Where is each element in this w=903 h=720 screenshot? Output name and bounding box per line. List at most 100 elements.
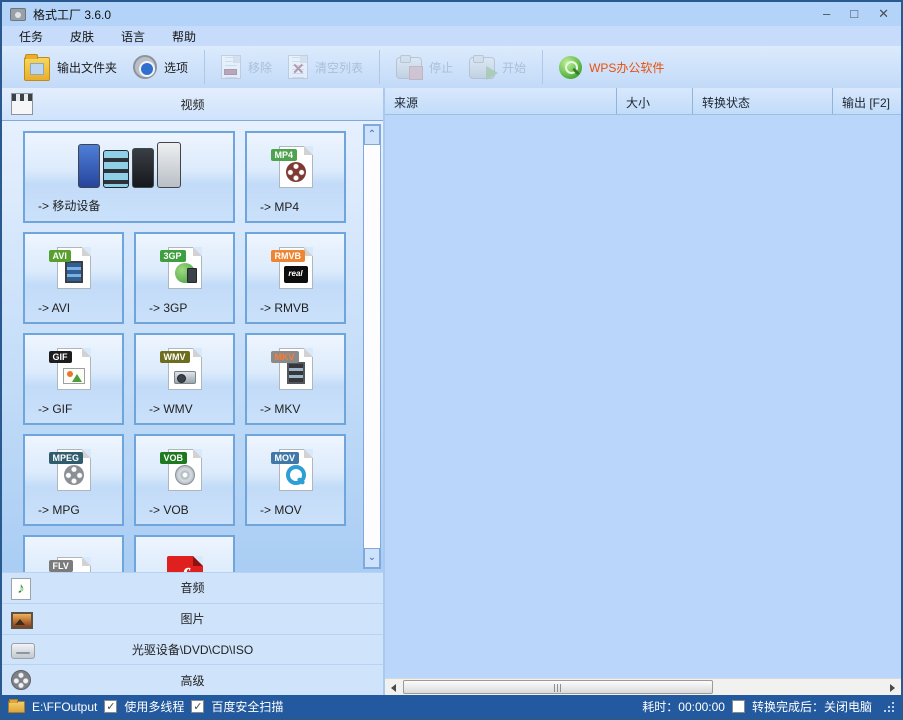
shutdown-after-checkbox[interactable] — [732, 700, 745, 713]
format-badge: AVI — [49, 250, 71, 262]
format-card-gif[interactable]: GIF -> GIF — [23, 333, 124, 425]
format-card-avi[interactable]: AVI-> AVI — [23, 232, 124, 324]
remove-label: 移除 — [248, 59, 272, 76]
stop-icon — [396, 57, 422, 79]
file-page-icon: WMV — [168, 348, 202, 390]
file-page-icon: MOV — [279, 449, 313, 491]
format-card-icon: f — [136, 537, 233, 572]
filmstrip-icon — [65, 261, 83, 283]
format-card-label: -> GIF — [25, 402, 122, 423]
column-header-2[interactable]: 转换状态 — [693, 88, 833, 114]
reelgray-icon — [64, 465, 84, 485]
vertical-scrollbar[interactable]: ⌃ ⌄ — [363, 124, 381, 569]
format-card-rmvb[interactable]: RMVBreal-> RMVB — [245, 232, 346, 324]
format-card-mkv[interactable]: MKV -> MKV — [245, 333, 346, 425]
minimize-button[interactable]: – — [823, 2, 830, 26]
category-video-label: 视频 — [2, 96, 383, 113]
format-card-icon: VOB — [136, 436, 233, 503]
format-card-mp4[interactable]: MP4 -> MP4 — [245, 131, 346, 223]
menu-item-语言[interactable]: 语言 — [121, 28, 145, 45]
clear-list-icon — [288, 55, 308, 79]
maximize-button[interactable]: □ — [850, 2, 858, 26]
real-icon: real — [284, 266, 308, 283]
category-audio[interactable]: 音频 — [2, 572, 383, 603]
remove-document-icon — [221, 55, 241, 79]
flash-file-icon: f — [167, 556, 203, 573]
scroll-right-icon[interactable] — [884, 679, 901, 695]
format-badge: FLV — [49, 560, 73, 572]
format-badge: MPEG — [49, 452, 84, 464]
qt-icon — [286, 465, 306, 485]
scroll-left-icon[interactable] — [385, 679, 402, 695]
format-card-swf[interactable]: f — [134, 535, 235, 572]
video-format-grid: -> 移动设备 MP4 -> MP4 AVI-> AVI3GP-> 3GP RMVB re… — [2, 120, 383, 572]
output-folder-button[interactable]: 输出文件夹 — [16, 48, 125, 86]
close-button[interactable]: ✕ — [878, 2, 889, 26]
options-button[interactable]: 选项 — [125, 48, 196, 86]
category-advanced[interactable]: 高级 — [2, 664, 383, 695]
gear-icon — [133, 55, 157, 79]
format-card-label: -> MP4 — [247, 200, 344, 221]
horizontal-scrollbar[interactable] — [385, 678, 901, 695]
start-icon — [469, 57, 495, 79]
format-card-icon: RMVB real — [247, 234, 344, 301]
format-badge: RMVB — [271, 250, 306, 262]
filmdark-icon — [287, 362, 305, 384]
format-card-vob[interactable]: VOB-> VOB — [134, 434, 235, 526]
format-card-icon — [25, 133, 233, 197]
format-card-mpg[interactable]: MPEG-> MPG — [23, 434, 124, 526]
app-window: 格式工厂 3.6.0 – □ ✕ 任务皮肤语言帮助 输出文件夹选项移除清空列表停… — [0, 0, 903, 720]
multithread-checkbox[interactable]: ✓ — [104, 700, 117, 713]
main-area: 视频 -> 移动设备MP4-> MP4AVI-> AVI3GP-> 3GPRMV… — [2, 88, 901, 695]
column-header-1[interactable]: 大小 — [617, 88, 693, 114]
format-card-icon: MP4 — [247, 133, 344, 200]
menu-item-皮肤[interactable]: 皮肤 — [70, 28, 94, 45]
format-card-label: -> MKV — [247, 402, 344, 423]
scrollbar-thumb[interactable] — [403, 680, 713, 694]
category-picture[interactable]: 图片 — [2, 603, 383, 634]
file-page-icon: MP4 — [279, 146, 313, 188]
format-badge: MKV — [271, 351, 299, 363]
wps-label: WPS办公软件 — [589, 59, 664, 76]
picture-icon — [11, 612, 33, 629]
format-card-mobile-devices[interactable]: -> 移动设备 — [23, 131, 235, 223]
menu-item-任务[interactable]: 任务 — [19, 28, 43, 45]
scroll-down-icon[interactable]: ⌄ — [364, 548, 380, 568]
column-header-3[interactable]: 输出 [F2] — [833, 88, 901, 114]
menu-item-帮助[interactable]: 帮助 — [172, 28, 196, 45]
format-card-wmv[interactable]: WMV-> WMV — [134, 333, 235, 425]
resize-grip-icon[interactable] — [883, 701, 895, 713]
title-bar: 格式工厂 3.6.0 – □ ✕ — [2, 2, 901, 26]
format-sidebar: 视频 -> 移动设备MP4-> MP4AVI-> AVI3GP-> 3GPRMV… — [2, 88, 385, 695]
menu-bar: 任务 皮肤 语言 帮助 — [2, 26, 901, 46]
picture-icon — [63, 368, 85, 384]
format-card-icon: MOV — [247, 436, 344, 503]
toolbar: 输出文件夹选项移除清空列表停止开始WPS办公软件 — [2, 46, 901, 88]
baidu-scan-checkbox[interactable]: ✓ — [191, 700, 204, 713]
format-badge: 3GP — [160, 250, 186, 262]
clapperboard-icon — [11, 93, 33, 115]
category-rom[interactable]: 光驱设备\DVD\CD\ISO — [2, 634, 383, 665]
format-badge: GIF — [49, 351, 72, 363]
category-video[interactable]: 视频 — [2, 88, 383, 120]
phone-icon — [157, 142, 181, 188]
app-logo-icon — [10, 8, 26, 21]
format-badge: MP4 — [271, 149, 298, 161]
stop-label: 停止 — [429, 59, 453, 76]
format-card-3gp[interactable]: 3GP-> 3GP — [134, 232, 235, 324]
output-path[interactable]: E:\FFOutput — [32, 700, 97, 714]
column-header-0[interactable]: 来源 — [385, 88, 617, 114]
output-folder-label: 输出文件夹 — [57, 59, 117, 76]
task-panel: 来源大小转换状态输出 [F2] — [385, 88, 901, 695]
scroll-up-icon[interactable]: ⌃ — [364, 125, 380, 145]
start-button: 开始 — [461, 48, 534, 86]
wps-button[interactable]: WPS办公软件 — [551, 48, 672, 86]
category-audio-label: 音频 — [2, 579, 383, 596]
file-page-icon: FLV — [57, 557, 91, 573]
remove-button: 移除 — [213, 48, 280, 86]
format-badge: WMV — [160, 351, 190, 363]
baidu-scan-label: 百度安全扫描 — [211, 698, 283, 715]
format-card-mov[interactable]: MOV-> MOV — [245, 434, 346, 526]
file-page-icon: MKV — [279, 348, 313, 390]
format-card-flv[interactable]: FLV — [23, 535, 124, 572]
